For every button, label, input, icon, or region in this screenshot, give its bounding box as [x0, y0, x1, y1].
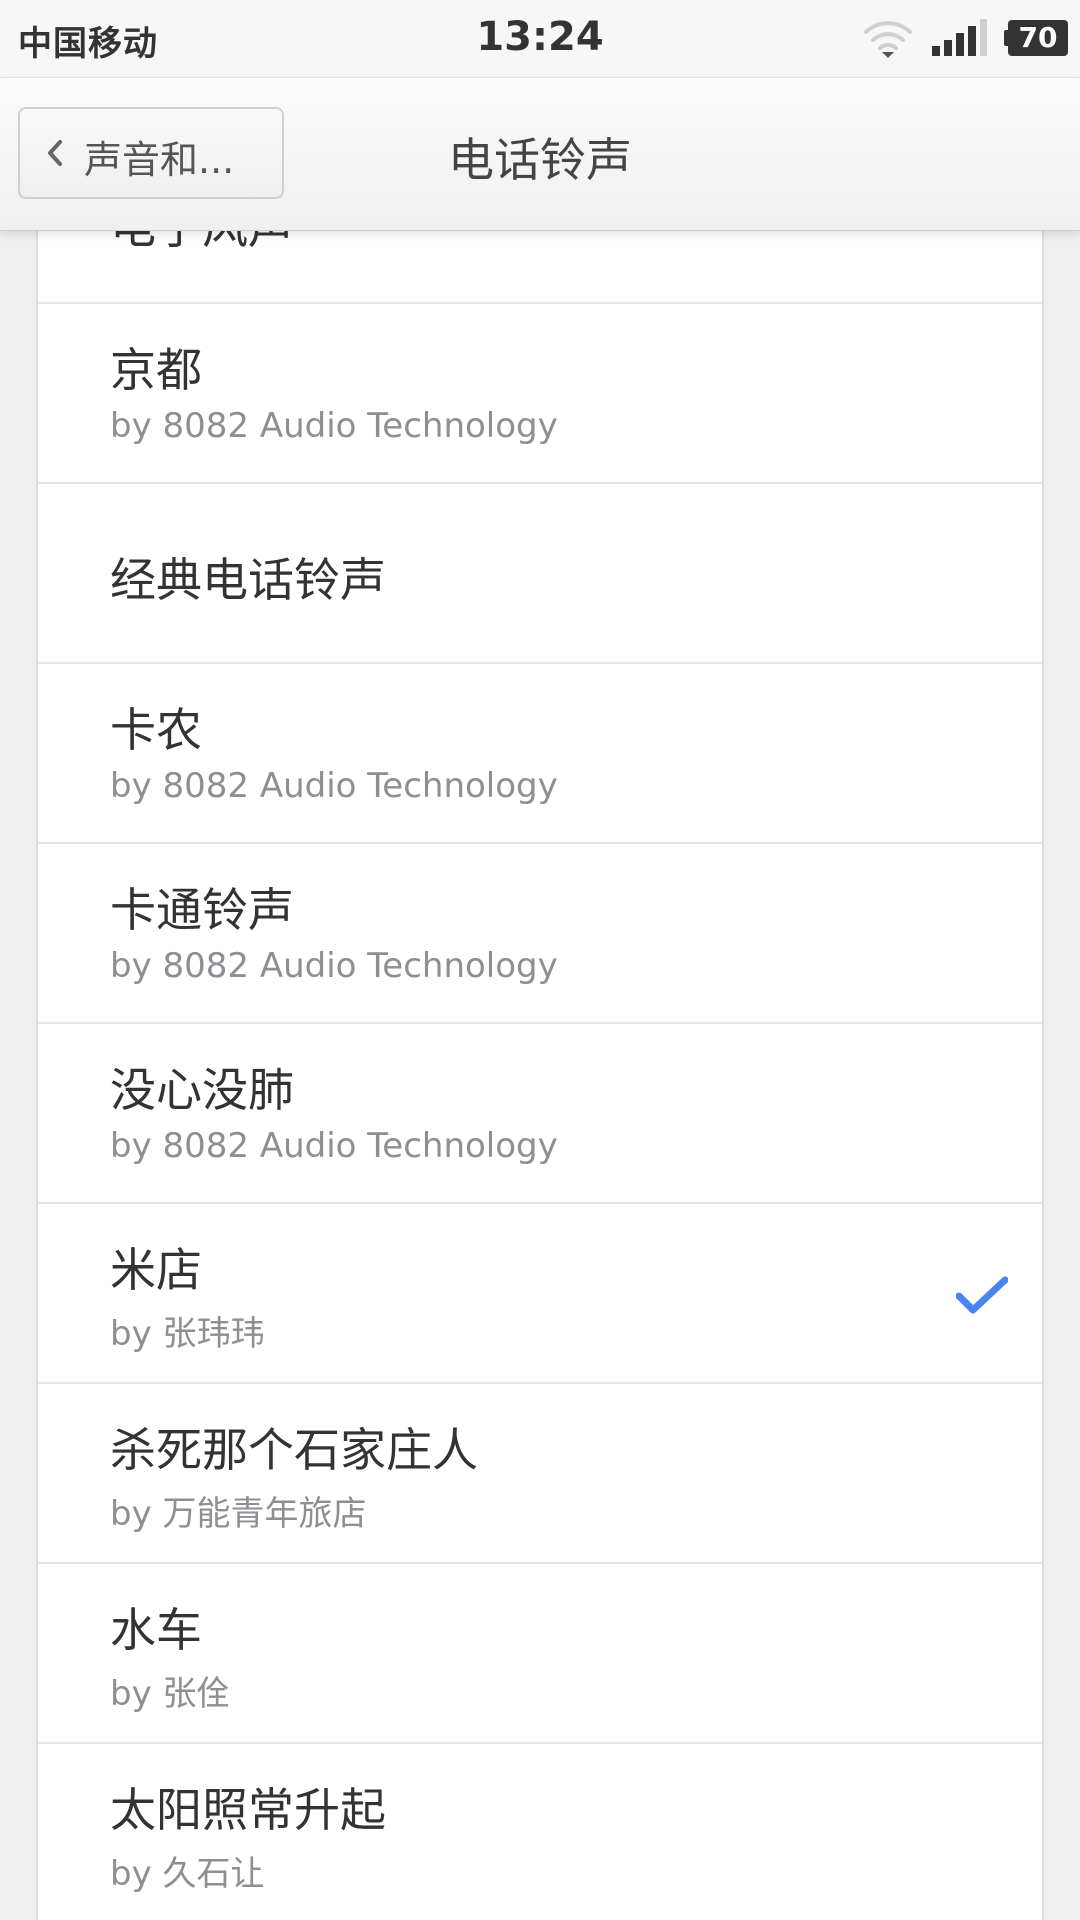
status-bar: 中国移动 13:24 70: [0, 0, 1080, 77]
checkmark-icon: [956, 1276, 1008, 1314]
list-item-selected[interactable]: 米店 by 张玮玮: [38, 1204, 1042, 1384]
ringtone-title: 经典电话铃声: [110, 553, 386, 607]
ringtone-title: 水车: [110, 1603, 202, 1657]
ringtone-artist: by 久石让: [110, 1854, 265, 1894]
list-item[interactable]: 电子风声: [38, 229, 1042, 304]
ringtone-artist: by 张玮玮: [110, 1314, 265, 1354]
list-item[interactable]: 京都 by 8082 Audio Technology: [38, 304, 1042, 484]
ringtone-title: 卡农: [110, 703, 202, 757]
status-time: 13:24: [476, 14, 604, 60]
ringtone-title: 京都: [110, 343, 202, 397]
list-item[interactable]: 经典电话铃声: [38, 484, 1042, 664]
list-item[interactable]: 水车 by 张佺: [38, 1564, 1042, 1744]
navigation-bar: 声音和... 电话铃声: [0, 77, 1080, 231]
ringtone-artist: by 8082 Audio Technology: [110, 406, 558, 446]
list-item[interactable]: 卡农 by 8082 Audio Technology: [38, 664, 1042, 844]
ringtone-artist: by 8082 Audio Technology: [110, 946, 558, 986]
list-item[interactable]: 没心没肺 by 8082 Audio Technology: [38, 1024, 1042, 1204]
signal-icon: [932, 19, 987, 56]
ringtone-artist: by 8082 Audio Technology: [110, 1126, 558, 1166]
ringtone-title: 卡通铃声: [110, 883, 294, 937]
ringtone-list: 电子风声 京都 by 8082 Audio Technology 经典电话铃声 …: [36, 229, 1044, 1920]
ringtone-artist: by 8082 Audio Technology: [110, 766, 558, 806]
list-item[interactable]: 太阳照常升起 by 久石让: [38, 1744, 1042, 1920]
list-item[interactable]: 卡通铃声 by 8082 Audio Technology: [38, 844, 1042, 1024]
ringtone-title: 米店: [110, 1243, 202, 1297]
ringtone-title: 电子风声: [110, 229, 294, 257]
page-title: 电话铃声: [448, 133, 632, 187]
battery-icon: 70: [1004, 20, 1068, 56]
list-item[interactable]: 杀死那个石家庄人 by 万能青年旅店: [38, 1384, 1042, 1564]
ringtone-artist: by 万能青年旅店: [110, 1494, 367, 1534]
ringtone-title: 太阳照常升起: [110, 1783, 386, 1837]
battery-level: 70: [1008, 20, 1068, 56]
wifi-icon: [864, 21, 912, 58]
ringtone-artist: by 张佺: [110, 1674, 231, 1714]
ringtone-title: 没心没肺: [110, 1063, 294, 1117]
ringtone-title: 杀死那个石家庄人: [110, 1423, 478, 1477]
